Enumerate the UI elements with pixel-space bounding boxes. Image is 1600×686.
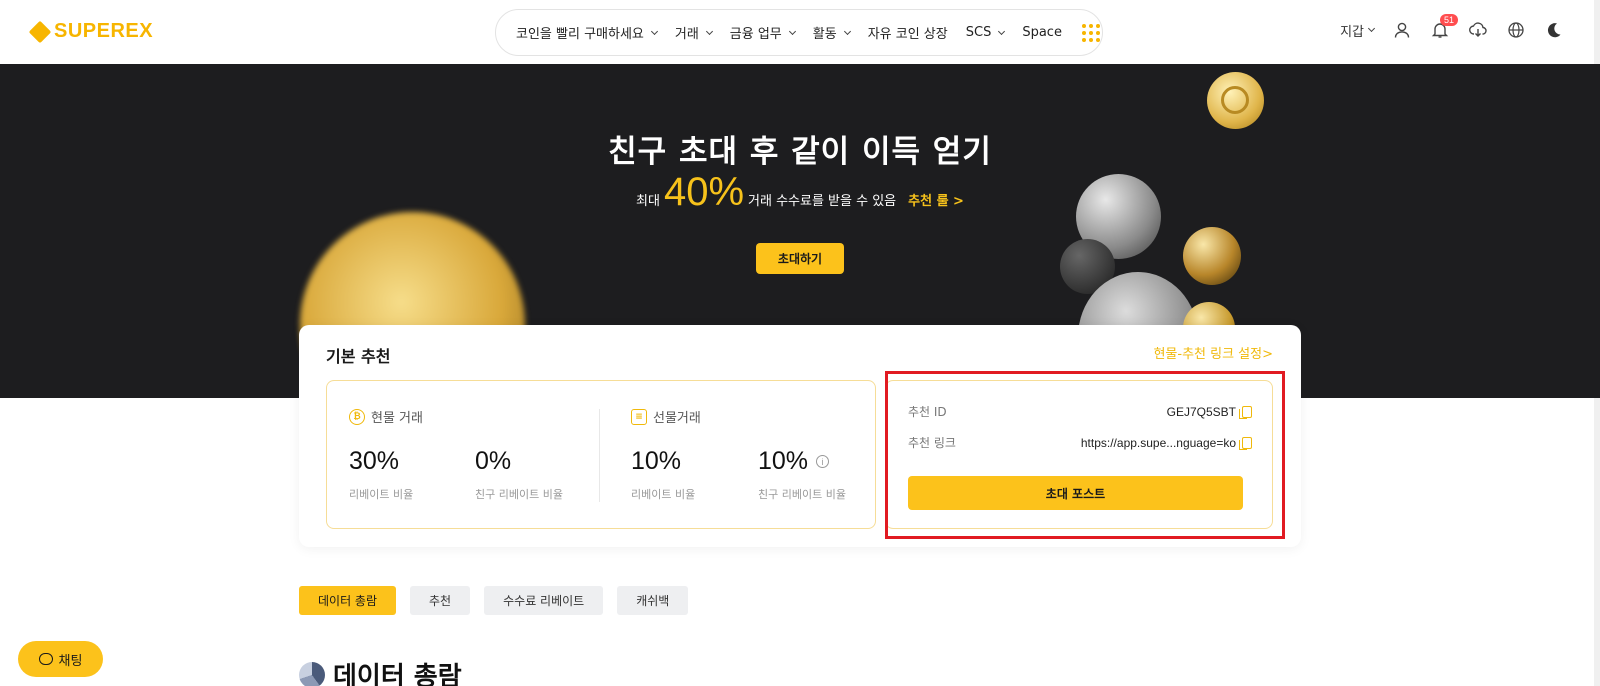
futures-header: ≡ 선물거래 (631, 407, 701, 426)
logo-diamond-icon (28, 20, 52, 43)
banner-subtitle: 최대 40% 거래 수수료를 받을 수 있음 추천 룰 > (0, 170, 1600, 214)
nav-label: Space (1022, 25, 1062, 40)
chat-bubble-icon (38, 653, 53, 665)
nav-item-finance[interactable]: 금융 업무 (729, 23, 796, 42)
tab-fee-rebate[interactable]: 수수료 리베이트 (484, 586, 604, 615)
nav-label: 코인을 빨리 구매하세요 (516, 27, 644, 42)
nav-label: 거래 (674, 27, 699, 42)
invite-button[interactable]: 초대하기 (756, 243, 844, 274)
pie-chart-icon (299, 661, 325, 686)
spot-friend-rebate-value: 0% (475, 447, 512, 475)
superex-logo[interactable]: SUPEREX (28, 20, 154, 43)
nav-item-quick-buy[interactable]: 코인을 빨리 구매하세요 (516, 23, 658, 42)
nav-item-scs[interactable]: SCS (965, 25, 1006, 40)
banner-title: 친구 초대 후 같이 이득 얻기 (608, 134, 992, 170)
main-nav: 코인을 빨리 구매하세요 거래 금융 업무 활동 자유 코인 상장 SCS Sp… (495, 9, 1103, 56)
tab-referral[interactable]: 추천 (410, 586, 471, 615)
section-header: 데이터 총람 (299, 656, 462, 686)
data-tabs: 데이터 총람 추천 수수료 리베이트 캐쉬백 (299, 586, 689, 615)
notification-badge: 51 (1440, 14, 1459, 26)
spot-title: 현물 거래 (371, 411, 423, 426)
nav-item-trade[interactable]: 거래 (674, 23, 713, 42)
top-header: SUPEREX 코인을 빨리 구매하세요 거래 금융 업무 활동 자유 코인 상… (0, 0, 1600, 64)
user-icon[interactable] (1392, 20, 1412, 40)
spot-header: ₿ 현물 거래 (349, 407, 423, 426)
spot-coin-icon: ₿ (349, 408, 365, 425)
futures-rebate-label: 리베이트 비율 (631, 488, 696, 501)
wallet-label: 지갑 (1340, 24, 1364, 40)
chevron-down-icon (1367, 24, 1376, 33)
chevron-down-icon (788, 27, 796, 35)
chat-button[interactable]: 채팅 (18, 641, 103, 677)
banner-percent: 40% (663, 170, 745, 214)
nav-label: 자유 코인 상장 (867, 27, 948, 42)
rates-divider (599, 409, 600, 502)
spot-rebate-value: 30% (349, 447, 400, 475)
futures-friend-rebate-value: 10% (758, 447, 809, 475)
logo-text: SUPEREX (54, 20, 154, 42)
gold-sphere-decoration (1183, 227, 1241, 285)
header-actions: 지갑 51 (1340, 14, 1564, 40)
download-icon[interactable] (1468, 20, 1488, 40)
referral-rule-link[interactable]: 추천 룰 > (908, 190, 964, 209)
moon-icon[interactable] (1544, 20, 1564, 40)
nav-item-space[interactable]: Space (1022, 25, 1062, 40)
nav-item-activity[interactable]: 활동 (812, 23, 851, 42)
chevron-down-icon (705, 27, 713, 35)
nav-label: 활동 (812, 27, 837, 42)
chevron-down-icon (650, 27, 658, 35)
futures-rebate-value: 10% (631, 447, 682, 475)
banner-sub-suffix: 거래 수수료를 받을 수 있음 (748, 194, 897, 209)
futures-friend-rebate-row: 10% i (758, 447, 830, 476)
app-grid-icon[interactable] (1081, 23, 1100, 42)
gold-coin-decoration (1207, 72, 1264, 129)
section-title: 데이터 총람 (333, 662, 462, 686)
chevron-down-icon (998, 27, 1006, 35)
nav-item-free-listing[interactable]: 자유 코인 상장 (868, 23, 948, 42)
banner-sub-prefix: 최대 (636, 194, 660, 209)
futures-chart-icon: ≡ (631, 408, 647, 425)
rebate-rates-box: ₿ 현물 거래 30% 리베이트 비율 0% 친구 리베이트 비율 ≡ 선물거래… (326, 380, 876, 529)
nav-label: SCS (965, 25, 992, 40)
chevron-down-icon (843, 27, 851, 35)
bell-icon[interactable]: 51 (1430, 14, 1459, 40)
highlight-frame (885, 371, 1285, 539)
tab-cashback[interactable]: 캐쉬백 (617, 586, 689, 615)
wallet-menu[interactable]: 지갑 (1340, 21, 1376, 40)
globe-icon[interactable] (1506, 20, 1526, 40)
info-icon[interactable]: i (816, 455, 830, 468)
tab-data-overview[interactable]: 데이터 총람 (299, 586, 397, 615)
chat-label: 채팅 (58, 653, 83, 669)
referral-link-settings-link[interactable]: 현물-추천 링크 설정> (1153, 343, 1273, 362)
futures-title: 선물거래 (653, 411, 701, 426)
card-title: 기본 추천 (326, 347, 391, 366)
nav-label: 금융 업무 (729, 27, 782, 42)
futures-friend-rebate-label: 친구 리베이트 비율 (758, 488, 846, 501)
spot-rebate-label: 리베이트 비율 (349, 488, 414, 501)
spot-friend-rebate-label: 친구 리베이트 비율 (475, 488, 563, 501)
